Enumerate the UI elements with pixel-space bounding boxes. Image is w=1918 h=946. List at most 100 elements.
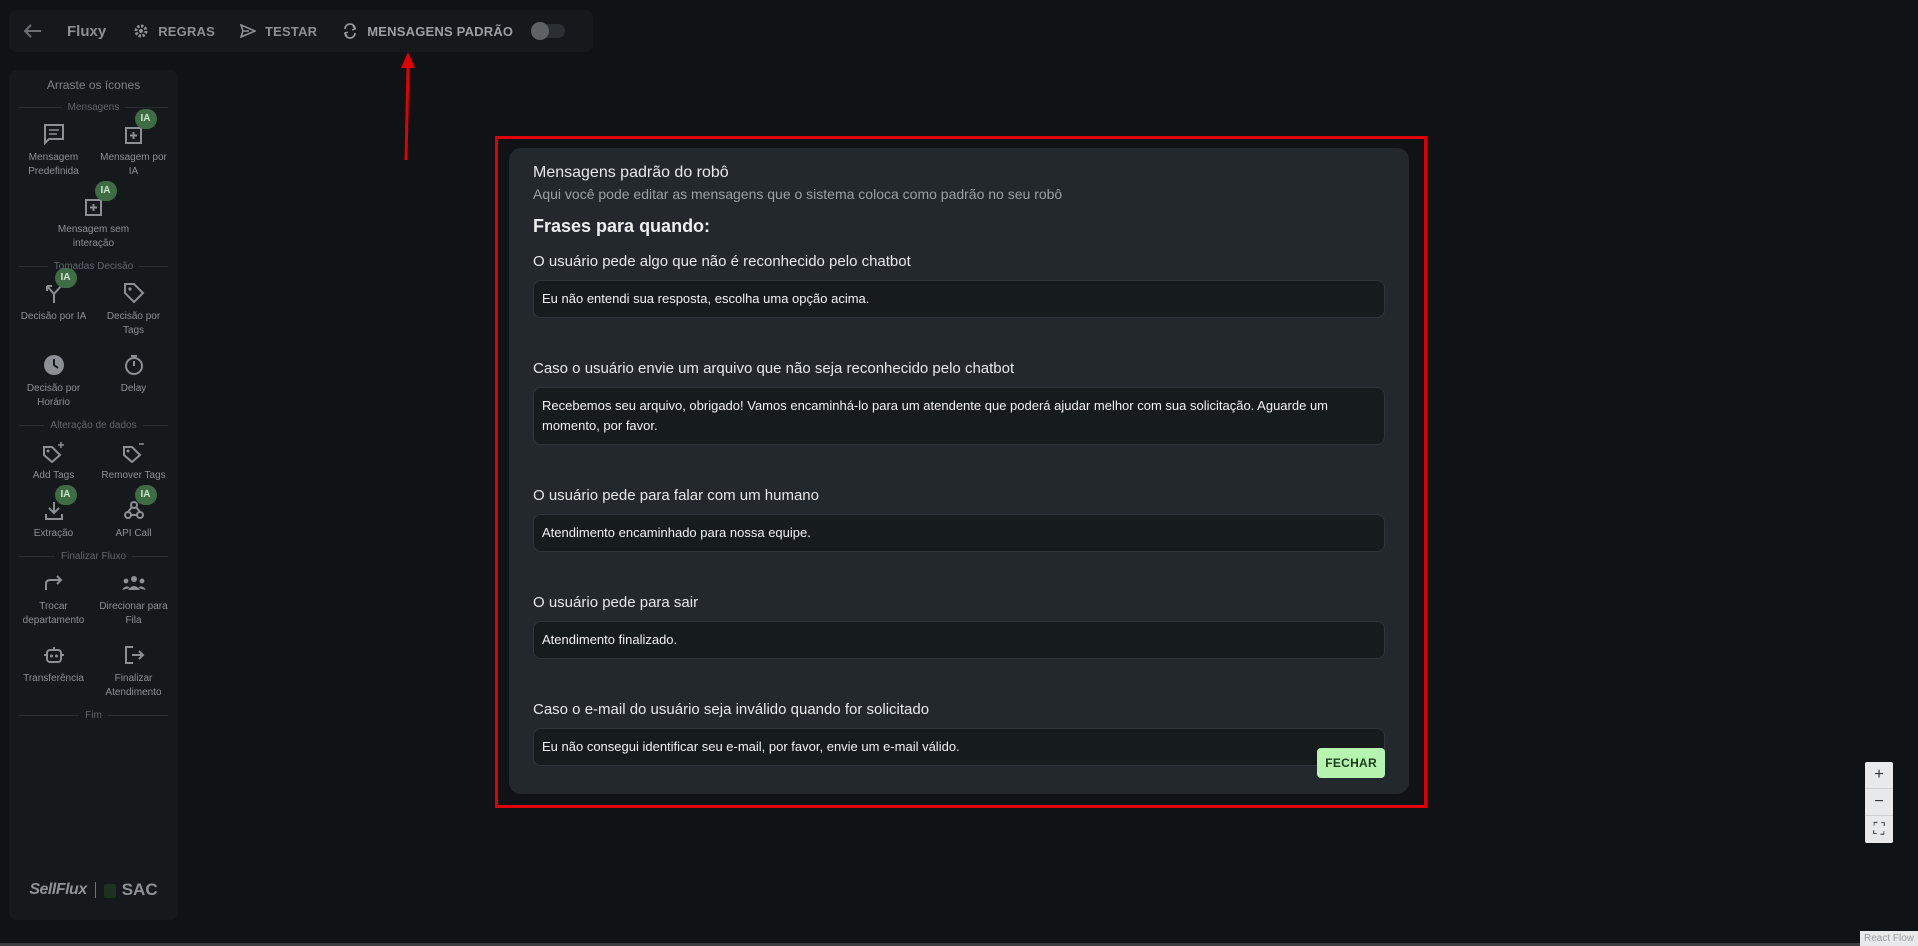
fit-view-button[interactable]: ⛶ [1865, 816, 1893, 843]
sellflux-logo: SellFlux [29, 881, 87, 898]
field-label-unrecognized: O usuário pede algo que não é reconhecid… [533, 253, 911, 270]
section-title: Finalizar Fluxo [60, 551, 127, 562]
node-label: Add Tags [32, 470, 75, 481]
field-label-human: O usuário pede para falar com um humano [533, 487, 819, 504]
fork-icon: IA [41, 268, 77, 306]
refresh-icon [341, 22, 359, 40]
node-label: Delay [120, 383, 147, 394]
node-add-tags[interactable]: Add Tags [14, 435, 94, 487]
tag-remove-icon [121, 439, 147, 465]
message-field-unrecognized[interactable]: Eu não entendi sua resposta, escolha uma… [533, 280, 1385, 318]
modal-section-heading: Frases para quando: [533, 216, 711, 236]
modal-title: Mensagens padrão do robô [533, 164, 729, 181]
test-label: TESTAR [265, 23, 318, 39]
node-label: Extração [33, 528, 74, 539]
ia-badge: IA [54, 268, 77, 288]
node-label: Decisão por IA [20, 311, 87, 322]
node-palette-sidebar: Arraste os ícones Mensagens Mensagem Pre… [9, 70, 178, 920]
node-ai-message[interactable]: IA Mensagem por IA [94, 109, 174, 183]
app-title: Fluxy [67, 22, 107, 40]
default-messages-button[interactable]: MENSAGENS PADRÃO [341, 22, 513, 40]
node-time-decision[interactable]: Decisão por Horário [14, 348, 94, 414]
node-label: Mensagem Predefinida [28, 152, 79, 177]
section-data-change: Alteração de dados [9, 420, 178, 431]
node-label: Finalizar Atendimento [105, 673, 162, 698]
node-label: Remover Tags [101, 470, 166, 481]
node-extraction[interactable]: IA Extração [14, 485, 94, 545]
node-direct-to-queue[interactable]: Direcionar para Fila [94, 566, 174, 632]
ia-badge: IA [134, 485, 157, 505]
section-title: Mensagens [67, 102, 120, 113]
node-tag-decision[interactable]: Decisão por Tags [94, 276, 174, 342]
brand-footer: SellFlux SAC [9, 880, 178, 900]
field-label-exit: O usuário pede para sair [533, 594, 699, 611]
field-label-invalid-email: Caso o e-mail do usuário seja inválido q… [533, 701, 930, 718]
test-button[interactable]: TESTAR [239, 22, 317, 40]
node-transfer[interactable]: Transferência [14, 638, 94, 704]
node-predefined-message[interactable]: Mensagem Predefinida [14, 117, 94, 183]
toolbar-toggle[interactable] [531, 22, 566, 40]
tag-icon [121, 280, 147, 306]
node-label: Direcionar para Fila [99, 601, 168, 626]
node-delay[interactable]: Delay [94, 348, 174, 414]
message-field-invalid-email[interactable]: Eu não consegui identificar seu e-mail, … [533, 728, 1385, 766]
node-api-call[interactable]: IA API Call [94, 485, 174, 545]
forward-icon [41, 570, 67, 596]
sac-mini-icon [103, 883, 116, 898]
section-end: Fim [9, 710, 178, 721]
rules-label: REGRAS [158, 23, 216, 39]
annotation-arrow [401, 52, 415, 161]
logout-icon [121, 642, 147, 668]
sac-logo: SAC [103, 880, 158, 900]
zoom-in-button[interactable]: + [1865, 762, 1893, 789]
message-field-exit[interactable]: Atendimento finalizado. [533, 621, 1385, 659]
section-title: Alteração de dados [50, 420, 137, 431]
clock-icon [41, 352, 67, 378]
gear-icon [132, 22, 150, 40]
zoom-out-button[interactable]: − [1865, 789, 1893, 816]
rules-button[interactable]: REGRAS [132, 22, 215, 40]
download-icon: IA [41, 485, 77, 523]
node-ai-decision[interactable]: IA Decisão por IA [14, 268, 94, 342]
node-label: API Call [115, 528, 152, 539]
section-finish-flow: Finalizar Fluxo [9, 551, 178, 562]
node-label: Trocar departamento [22, 601, 85, 626]
ia-badge: IA [94, 181, 117, 201]
top-toolbar: Fluxy REGRAS TESTAR MENSAGENS PADRÃO [9, 10, 593, 52]
webhook-icon: IA [121, 485, 157, 523]
node-label: Transferência [23, 673, 84, 684]
zoom-controls: + − ⛶ [1865, 762, 1893, 843]
sac-label: SAC [121, 880, 158, 899]
tag-add-icon [41, 439, 67, 465]
group-icon [121, 570, 147, 596]
node-message-no-interaction[interactable]: IA Mensagem sem interação [54, 181, 134, 255]
section-title: Fim [85, 710, 102, 721]
message-icon [41, 121, 67, 147]
close-button[interactable]: FECHAR [1317, 748, 1385, 778]
node-label: Mensagem por IA [100, 152, 167, 177]
default-messages-modal: Mensagens padrão do robô Aqui você pode … [509, 148, 1409, 794]
node-finish-service[interactable]: Finalizar Atendimento [94, 638, 174, 704]
modal-subtitle: Aqui você pode editar as mensagens que o… [533, 186, 1063, 202]
ai-message-icon: IA [121, 109, 157, 147]
field-label-unrecognized-file: Caso o usuário envie um arquivo que não … [533, 360, 1015, 377]
message-field-human[interactable]: Atendimento encaminhado para nossa equip… [533, 514, 1385, 552]
default-messages-label: MENSAGENS PADRÃO [367, 23, 514, 39]
ia-badge: IA [134, 109, 157, 129]
ai-message-icon: IA [81, 181, 117, 219]
send-icon [239, 22, 257, 40]
back-arrow-icon[interactable] [19, 17, 47, 45]
robot-icon [41, 642, 67, 668]
node-label: Mensagem sem interação [57, 224, 130, 249]
node-label: Decisão por Tags [106, 311, 161, 336]
brand-separator [94, 882, 96, 898]
node-label: Decisão por Horário [26, 383, 81, 408]
timer-icon [121, 352, 147, 378]
toggle-knob [531, 22, 550, 40]
message-field-unrecognized-file[interactable]: Recebemos seu arquivo, obrigado! Vamos e… [533, 387, 1385, 445]
node-change-department[interactable]: Trocar departamento [14, 566, 94, 632]
sidebar-heading: Arraste os ícones [46, 78, 141, 92]
ia-badge: IA [54, 485, 77, 505]
node-remove-tags[interactable]: Remover Tags [94, 435, 174, 487]
react-flow-attribution[interactable]: React Flow [1859, 931, 1918, 946]
